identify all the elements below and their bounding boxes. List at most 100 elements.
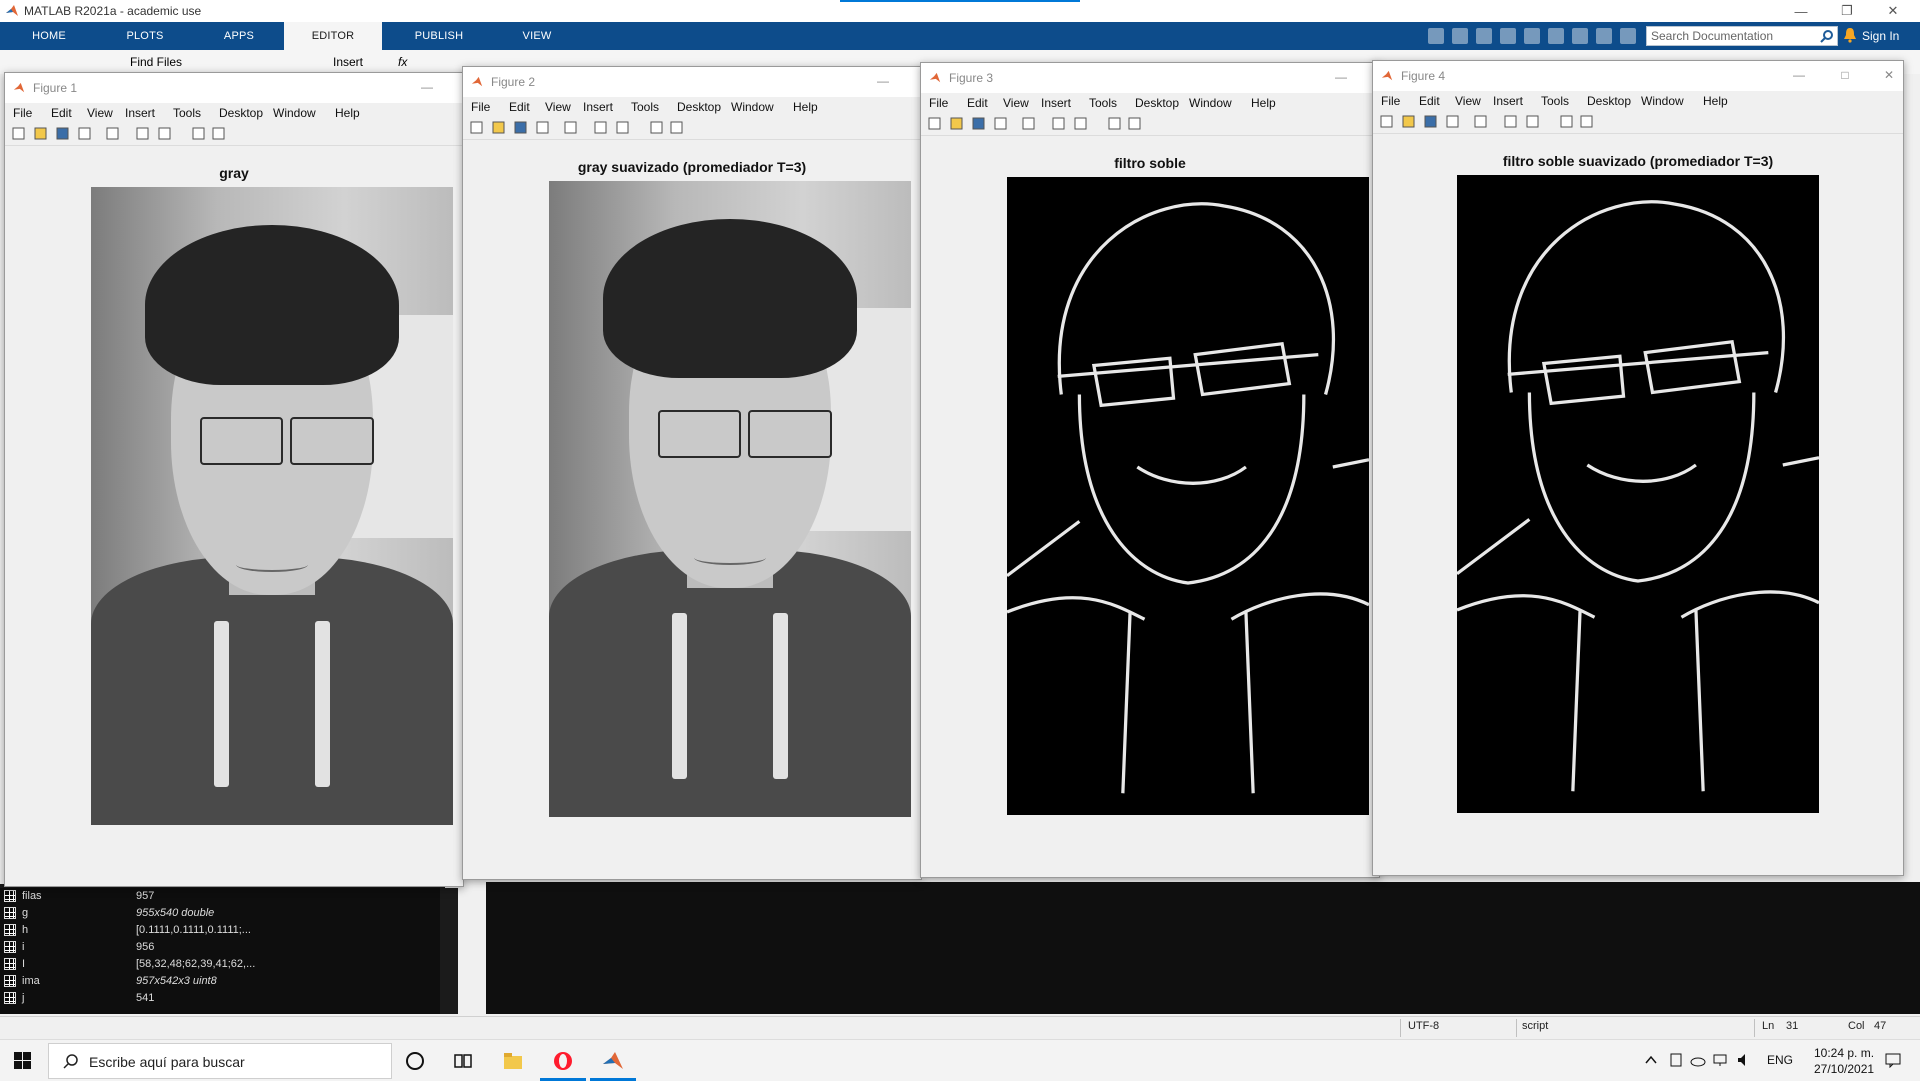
menu-item-edit[interactable]: Edit [967,96,988,110]
command-window[interactable] [486,882,1920,1014]
edit-plot-icon[interactable] [649,120,664,135]
opera-icon[interactable] [552,1050,574,1072]
print-icon[interactable] [535,120,550,135]
windows-start-icon[interactable] [14,1052,31,1069]
link-plot-icon[interactable] [105,126,120,141]
edit-plot-icon[interactable] [191,126,206,141]
file-type-indicator[interactable]: script [1522,1020,1548,1032]
cortana-icon[interactable] [404,1050,426,1072]
system-clock[interactable]: 10:24 p. m. 27/10/2021 [1814,1045,1874,1077]
paste-icon[interactable] [1500,28,1516,44]
menu-item-tools[interactable]: Tools [631,100,659,114]
system-tray-device-icon[interactable] [1668,1052,1684,1068]
input-language-indicator[interactable]: ENG [1767,1053,1793,1067]
menu-item-window[interactable]: Window [273,106,316,120]
menu-item-window[interactable]: Window [1641,94,1684,108]
link-plot-icon[interactable] [1021,116,1036,131]
tab-publish[interactable]: PUBLISH [404,22,474,50]
menu-item-edit[interactable]: Edit [509,100,530,114]
property-inspector-icon[interactable] [211,126,226,141]
restore-button[interactable]: ❐ [1824,0,1870,22]
tab-home[interactable]: HOME [14,22,84,50]
search-documentation-input[interactable]: Search Documentation [1646,26,1838,46]
menu-item-desktop[interactable]: Desktop [1135,96,1179,110]
close-button[interactable]: ✕ [1870,0,1916,22]
print-icon[interactable] [77,126,92,141]
open-file-icon[interactable] [491,120,506,135]
figure-4-window[interactable]: Figure 4 — □ ✕ File Edit View Insert Tools De… [1372,60,1904,876]
save-icon[interactable] [513,120,528,135]
insert-button[interactable]: Insert [333,55,363,69]
switch-windows-icon[interactable] [1572,28,1588,44]
menu-item-desktop[interactable]: Desktop [677,100,721,114]
legend-icon[interactable] [615,120,630,135]
link-plot-icon[interactable] [1473,114,1488,129]
menu-item-insert[interactable]: Insert [583,100,613,114]
menu-item-window[interactable]: Window [731,100,774,114]
tab-apps[interactable]: APPS [204,22,274,50]
search-icon[interactable] [1820,29,1834,43]
tab-plots[interactable]: PLOTS [110,22,180,50]
property-inspector-icon[interactable] [1579,114,1594,129]
close-button[interactable]: ✕ [1879,68,1899,82]
workspace-variable-row[interactable]: i 956 [0,939,440,956]
menu-item-desktop[interactable]: Desktop [1587,94,1631,108]
colorbar-icon[interactable] [1051,116,1066,131]
figure-2-window[interactable]: Figure 2 — File Edit View Insert Tools Deskto… [462,66,922,880]
new-figure-icon[interactable] [927,116,942,131]
open-file-icon[interactable] [1401,114,1416,129]
smoothed-grayscale-image[interactable] [549,181,911,817]
workspace-variable-row[interactable]: j 541 [0,990,440,1007]
chevron-up-icon[interactable] [1644,1053,1658,1067]
menu-item-tools[interactable]: Tools [173,106,201,120]
task-view-icon[interactable] [452,1050,474,1072]
menu-item-window[interactable]: Window [1189,96,1232,110]
new-figure-icon[interactable] [11,126,26,141]
figure-1-window[interactable]: Figure 1 — File Edit View Insert Tools Deskto… [4,72,464,887]
menu-item-tools[interactable]: Tools [1089,96,1117,110]
workspace-variable-row[interactable]: filas 957 [0,888,440,905]
minimize-button[interactable]: — [417,80,437,94]
sobel-edge-image[interactable] [1007,177,1369,815]
menu-item-help[interactable]: Help [1251,96,1276,110]
legend-icon[interactable] [157,126,172,141]
cut-icon[interactable] [1452,28,1468,44]
save-icon[interactable] [1423,114,1438,129]
legend-icon[interactable] [1525,114,1540,129]
new-figure-icon[interactable] [469,120,484,135]
menu-item-insert[interactable]: Insert [1041,96,1071,110]
open-file-icon[interactable] [949,116,964,131]
property-inspector-icon[interactable] [669,120,684,135]
colorbar-icon[interactable] [1503,114,1518,129]
onedrive-cloud-icon[interactable] [1690,1052,1706,1068]
menu-item-file[interactable]: File [929,96,948,110]
save-icon[interactable] [1428,28,1444,44]
print-icon[interactable] [1445,114,1460,129]
save-icon[interactable] [55,126,70,141]
edit-plot-icon[interactable] [1559,114,1574,129]
minimize-button[interactable]: — [1778,0,1824,22]
notification-bell-icon[interactable] [1843,27,1857,43]
volume-icon[interactable] [1736,1052,1752,1068]
menu-item-help[interactable]: Help [793,100,818,114]
undo-icon[interactable] [1524,28,1540,44]
menu-item-help[interactable]: Help [1703,94,1728,108]
menu-item-insert[interactable]: Insert [1493,94,1523,108]
menu-item-view[interactable]: View [1455,94,1481,108]
grayscale-image[interactable] [91,187,453,825]
matlab-taskbar-icon[interactable] [602,1050,624,1072]
colorbar-icon[interactable] [593,120,608,135]
edit-plot-icon[interactable] [1107,116,1122,131]
save-icon[interactable] [971,116,986,131]
tab-editor[interactable]: EDITOR [284,22,382,50]
new-figure-icon[interactable] [1379,114,1394,129]
menu-item-desktop[interactable]: Desktop [219,106,263,120]
notification-center-icon[interactable] [1884,1052,1902,1068]
property-inspector-icon[interactable] [1127,116,1142,131]
menu-item-edit[interactable]: Edit [1419,94,1440,108]
menu-item-file[interactable]: File [1381,94,1400,108]
workspace-variable-row[interactable]: h [0.1111,0.1111,0.1111;... [0,922,440,939]
minimize-button[interactable]: — [1331,70,1351,84]
community-icon[interactable] [1620,28,1636,44]
find-files-button[interactable]: Find Files [130,55,182,69]
